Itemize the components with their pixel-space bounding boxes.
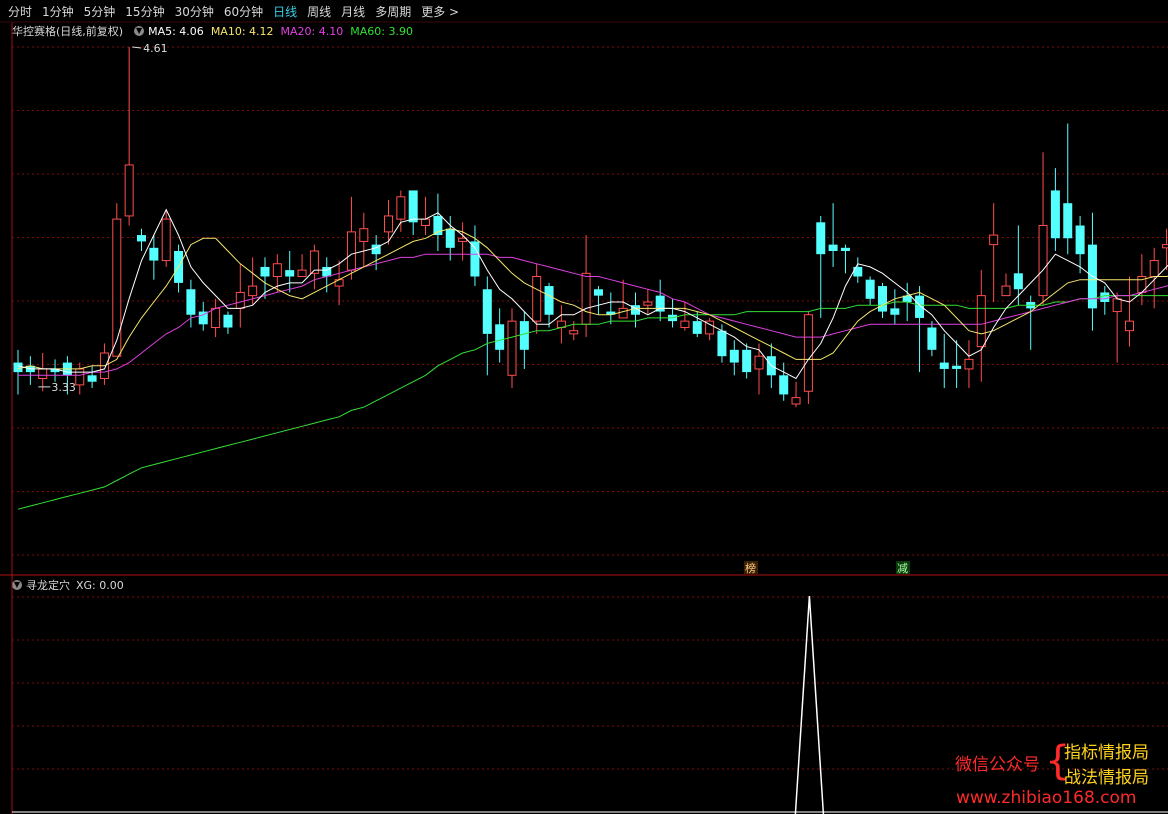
candle-body [544,286,554,315]
candle-body [915,295,925,318]
candle-body [939,362,949,369]
candle-body [470,241,480,277]
candle-body [532,276,542,322]
candle-body [1162,244,1168,249]
candle-body [989,234,999,246]
candle-body [878,286,887,312]
candle-body [865,279,875,299]
candle-body [593,289,603,296]
candle-body [285,270,295,277]
candle-body [569,330,579,335]
candle-body [581,272,591,325]
candle-body [779,375,789,395]
candle-body [828,244,838,251]
kline-chart[interactable]: 4.61 3.33 榜 减 [0,0,1168,814]
candle-body [1112,298,1122,313]
candle-body [742,349,752,373]
candle-body [458,237,468,242]
candle-body [754,355,764,370]
candle-body [1075,225,1085,255]
candle-body [1038,225,1048,297]
candle-body [803,314,813,392]
candle-body [186,289,196,315]
candle-body [976,295,986,348]
watermark-line1: 指标情报局 [1064,743,1149,763]
candle-body [384,215,393,233]
candle-body [1013,273,1023,290]
candle-body [680,320,690,328]
candle-body [211,307,221,328]
candle-body [445,228,455,248]
low-label: 3.33 [51,381,76,394]
candle-body [272,263,282,277]
candle-body [75,368,85,386]
candle-body [149,247,159,261]
candle-body [964,358,974,370]
candle-body [1149,260,1159,277]
candle-body [421,218,431,226]
candle-body [248,285,258,297]
candle-body [235,291,245,309]
candle-body [729,349,739,363]
high-label: 4.61 [143,42,168,55]
high-arrow [132,46,142,49]
candle-body [495,324,505,350]
candle-body [643,301,653,306]
candle-body [38,368,48,379]
candle-body [223,314,233,328]
candle-body [816,222,826,255]
bang-marker: 榜 [745,561,756,575]
candle-body [87,375,97,382]
xg-signal-spike [794,595,825,814]
candle-body [952,365,962,369]
jian-marker: 减 [897,562,908,575]
watermark-left: 微信公众号 [955,755,1040,775]
watermark-url: www.zhibiao168.com [956,788,1137,808]
candle-body [507,320,517,376]
candle-body [408,190,418,223]
candle-body [1001,285,1011,297]
ma60-line [17,295,1168,510]
candle-body [346,231,356,271]
candle-body [124,164,134,217]
candle-body [717,330,727,357]
candle-body [482,289,492,334]
candle-body [1063,203,1073,239]
candle-body [161,218,171,262]
candle-body [890,308,900,315]
candle-body [692,321,702,334]
candle-body [519,321,529,350]
candle-body [927,327,937,350]
candle-body [1125,320,1134,332]
candle-body [655,295,665,312]
candle-body [297,269,307,277]
candle-body [791,397,801,405]
candle-body [359,228,369,242]
watermark-line2: 战法情报局 [1064,768,1149,788]
candle-body [137,235,146,242]
candle-body [618,307,628,319]
candle-body [1050,190,1060,239]
candle-body [1100,292,1110,302]
candle-body [853,266,863,277]
candle-body [112,218,122,357]
candle-body [396,196,406,220]
candle-body [840,247,850,251]
candle-body [13,362,23,373]
candle-body [260,266,270,277]
